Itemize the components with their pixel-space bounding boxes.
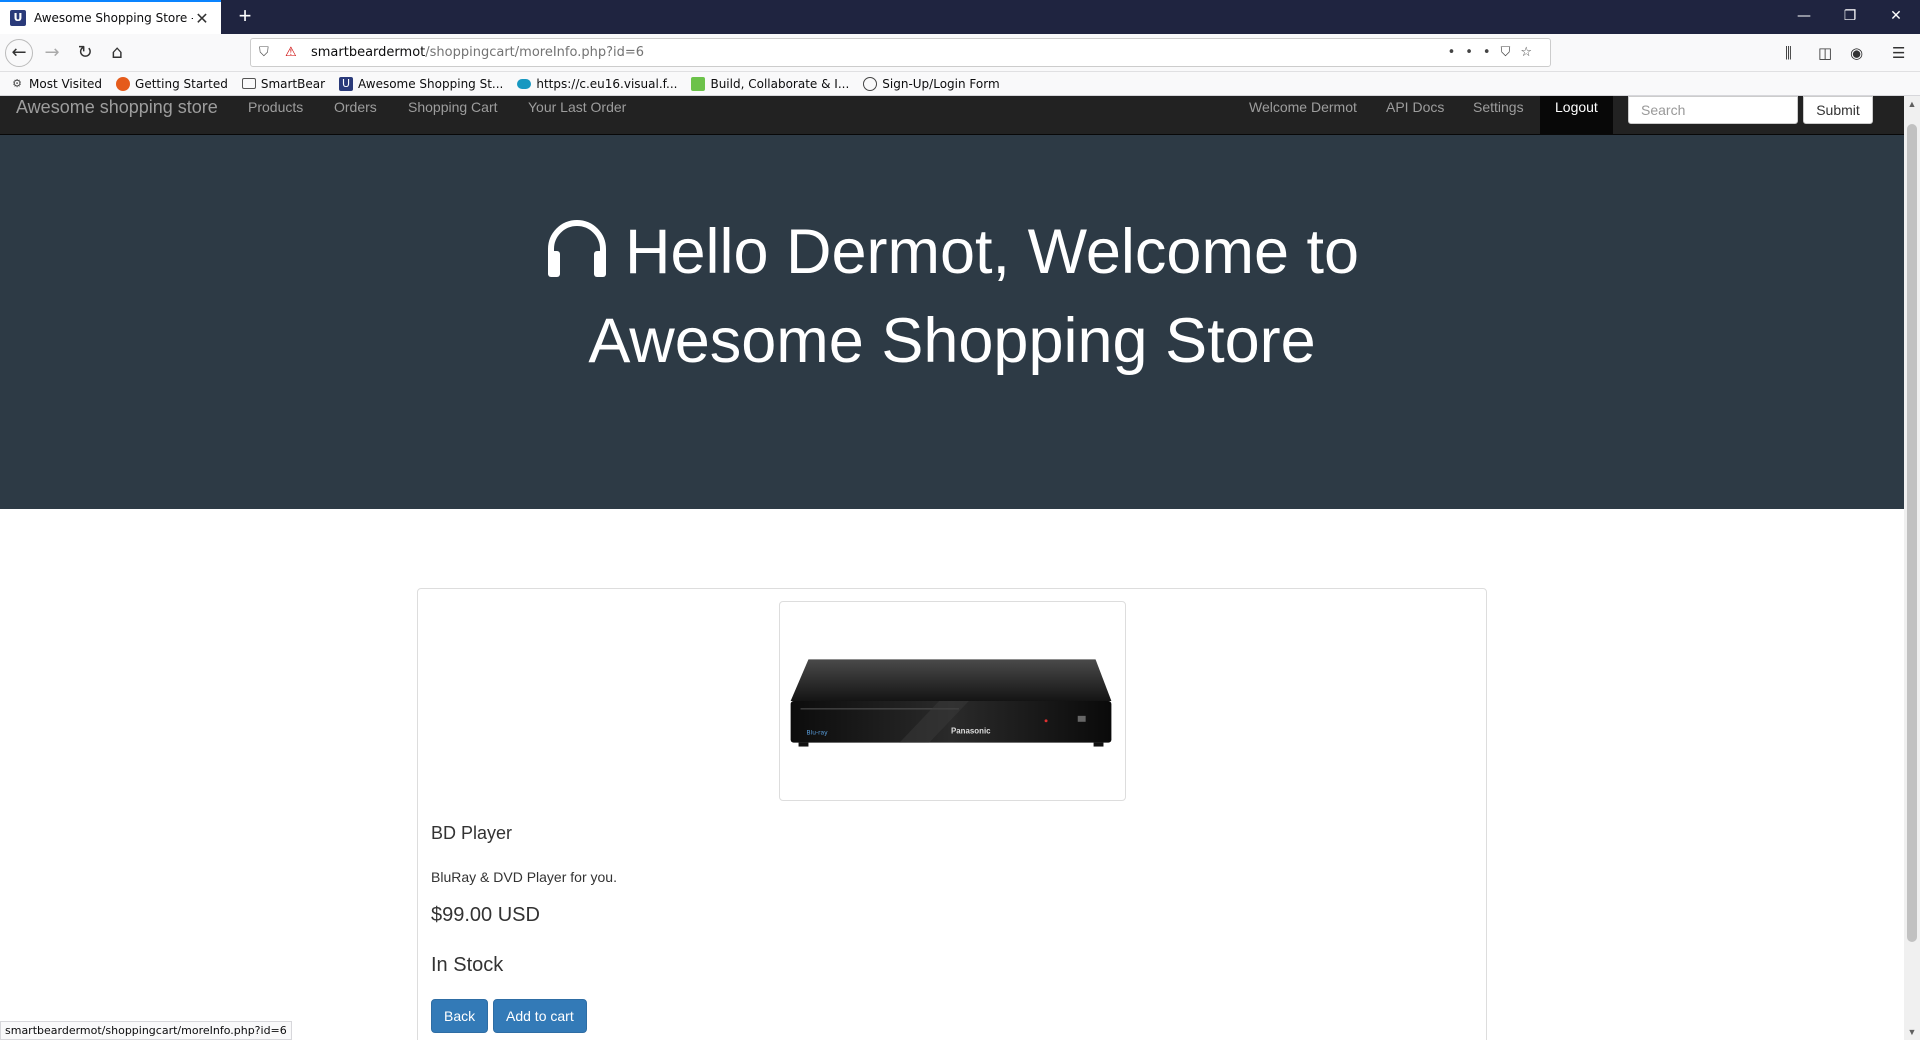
scroll-down-icon[interactable]: ▼ xyxy=(1904,1024,1920,1040)
status-bar: smartbeardermot/shoppingcart/moreInfo.ph… xyxy=(0,1021,292,1040)
insecure-lock-icon[interactable]: ⚠ xyxy=(285,39,297,66)
build-icon xyxy=(691,76,706,91)
close-window-icon[interactable]: ✕ xyxy=(1873,0,1919,34)
folder-icon xyxy=(241,78,256,89)
nav-shopping-cart[interactable]: Shopping Cart xyxy=(408,96,498,118)
product-description: BluRay & DVD Player for you. xyxy=(431,869,617,885)
hero-banner: Hello Dermot, Welcome to Awesome Shoppin… xyxy=(0,135,1904,509)
url-bar[interactable]: ⛉ ⚠ smartbeardermot/shoppingcart/moreInf… xyxy=(250,38,1551,67)
restore-icon[interactable]: ❐ xyxy=(1827,0,1873,34)
site-navbar: Awesome shopping store Products Orders S… xyxy=(0,96,1904,135)
back-icon[interactable]: ← xyxy=(5,39,33,67)
site-brand[interactable]: Awesome shopping store xyxy=(16,96,218,118)
nav-settings[interactable]: Settings xyxy=(1473,96,1524,118)
minimize-icon[interactable]: — xyxy=(1781,0,1827,34)
gear-icon: ⚙ xyxy=(12,76,22,90)
scroll-up-icon[interactable]: ▲ xyxy=(1904,96,1920,112)
bookmark-most-visited[interactable]: ⚙ Most Visited xyxy=(10,77,102,91)
nav-last-order[interactable]: Your Last Order xyxy=(528,96,626,118)
new-tab-icon[interactable]: + xyxy=(232,4,258,30)
scrollbar-thumb[interactable] xyxy=(1907,124,1917,942)
add-to-cart-button[interactable]: Add to cart xyxy=(493,999,587,1033)
product-price: $99.00 USD xyxy=(431,904,540,926)
browser-titlebar: U Awesome Shopping Store - Pro ✕ + — ❐ ✕ xyxy=(0,0,1920,34)
menu-icon[interactable]: ☰ xyxy=(1892,39,1905,67)
nav-logout[interactable]: Logout xyxy=(1540,96,1613,134)
home-icon[interactable]: ⌂ xyxy=(103,39,131,67)
tab-close-icon[interactable]: ✕ xyxy=(193,9,211,28)
nav-products[interactable]: Products xyxy=(248,96,303,118)
cloud-icon xyxy=(517,78,532,89)
search-input[interactable] xyxy=(1628,96,1798,124)
product-image: Blu-ray Panasonic xyxy=(779,601,1126,801)
bookmark-awesome-shopping[interactable]: U Awesome Shopping St... xyxy=(339,76,503,91)
sidebar-icon[interactable]: ◫ xyxy=(1818,39,1832,67)
bookmark-signup-login[interactable]: Sign-Up/Login Form xyxy=(863,76,1000,91)
stock-status: In Stock xyxy=(431,954,504,976)
reload-icon[interactable]: ↻ xyxy=(71,39,99,67)
browser-toolbar: ← → ↻ ⌂ ⛉ ⚠ smartbeardermot/shoppingcart… xyxy=(0,34,1920,72)
page-scrollbar[interactable]: ▲ ▼ xyxy=(1904,96,1920,1040)
firefox-icon xyxy=(116,76,131,91)
store-favicon-icon: U xyxy=(10,10,26,26)
more-actions-icon[interactable]: ••• xyxy=(1448,45,1501,60)
shield-icon[interactable]: ⛉ xyxy=(259,39,269,66)
bd-player-image: Blu-ray Panasonic xyxy=(790,659,1112,747)
store-icon: U xyxy=(339,76,354,91)
submit-button[interactable]: Submit xyxy=(1803,96,1873,124)
hero-title-line2: Awesome Shopping Store xyxy=(588,306,1316,376)
product-name: BD Player xyxy=(431,823,513,843)
product-brand-mark: Panasonic xyxy=(951,727,991,736)
bookmark-build-collaborate[interactable]: Build, Collaborate & I... xyxy=(691,76,849,91)
nav-welcome[interactable]: Welcome Dermot xyxy=(1249,96,1357,118)
bookmark-getting-started[interactable]: Getting Started xyxy=(116,76,228,91)
svg-text:Blu-ray: Blu-ray xyxy=(806,730,828,737)
library-icon[interactable]: ⫼ xyxy=(1785,39,1792,67)
account-icon[interactable]: ◉ xyxy=(1850,39,1863,67)
hero-title-line1: Hello Dermot, Welcome to xyxy=(624,217,1360,287)
bookmark-smartbear[interactable]: SmartBear xyxy=(241,77,325,91)
url-text[interactable]: smartbeardermot/shoppingcart/moreInfo.ph… xyxy=(311,39,644,66)
nav-orders[interactable]: Orders xyxy=(334,96,377,118)
pocket-icon[interactable]: ⛉ xyxy=(1501,45,1521,60)
globe-icon xyxy=(863,76,878,91)
page-viewport: Awesome shopping store Products Orders S… xyxy=(0,96,1904,1040)
product-card: Blu-ray Panasonic BD Player BluRay & DVD… xyxy=(417,588,1487,1040)
back-button[interactable]: Back xyxy=(431,999,489,1033)
bookmark-visualforce[interactable]: https://c.eu16.visual.f... xyxy=(517,77,677,91)
hero-line-1: Hello Dermot, Welcome to xyxy=(0,215,1904,288)
headphones-icon xyxy=(547,220,606,277)
tab-title: Awesome Shopping Store - Pro xyxy=(34,11,193,25)
bookmarks-toolbar: ⚙ Most Visited Getting Started SmartBear … xyxy=(0,72,1920,96)
browser-tab[interactable]: U Awesome Shopping Store - Pro ✕ xyxy=(0,0,221,34)
forward-icon[interactable]: → xyxy=(38,39,66,67)
bookmark-star-icon[interactable]: ☆ xyxy=(1520,45,1542,60)
page-actions: •••⛉☆ xyxy=(1448,39,1542,66)
nav-api-docs[interactable]: API Docs xyxy=(1386,96,1444,118)
